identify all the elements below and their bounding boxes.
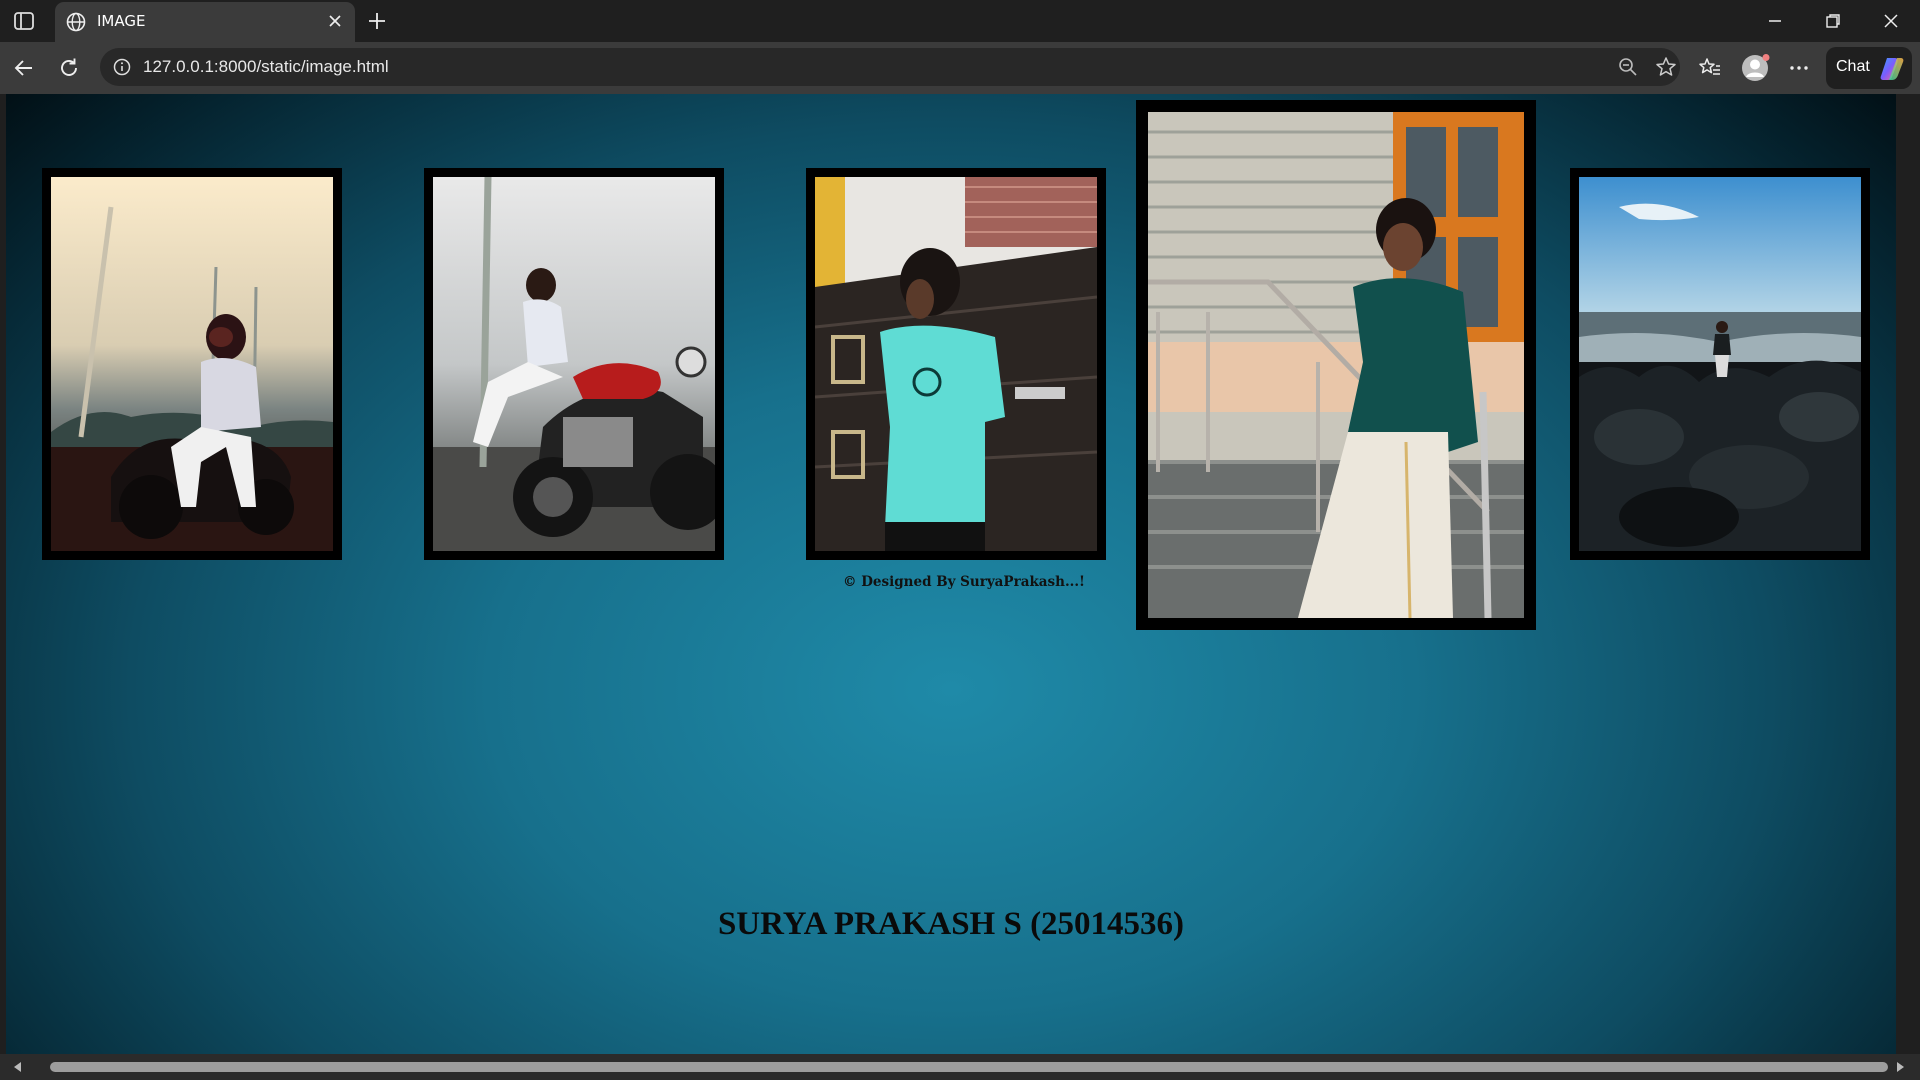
scrollbar-thumb[interactable] xyxy=(50,1062,1888,1072)
scroll-left-arrow-icon[interactable] xyxy=(12,1061,24,1073)
chat-button[interactable]: Chat xyxy=(1826,47,1912,89)
tab-title: IMAGE xyxy=(97,12,146,30)
photo-man-on-rocks-sea xyxy=(1579,177,1861,551)
photo-man-dhoti-stairs xyxy=(1148,112,1524,618)
page-viewport: © Designed By SuryaPrakash...! SURYA PRA… xyxy=(6,94,1896,1054)
page-heading: SURYA PRAKASH S (25014536) xyxy=(717,906,1185,942)
reload-icon[interactable] xyxy=(56,55,82,81)
photo-of-person-on-motorcycle-wearing-helmet-icon xyxy=(51,177,333,551)
url-text[interactable]: 127.0.0.1:8000/static/image.html xyxy=(143,57,389,77)
photo-frame-3 xyxy=(806,168,1106,560)
copilot-icon xyxy=(1880,58,1904,80)
close-tab-icon[interactable] xyxy=(325,11,345,31)
more-options-icon[interactable] xyxy=(1786,55,1812,81)
minimize-window-icon[interactable] xyxy=(1764,10,1786,32)
new-tab-icon[interactable] xyxy=(364,8,390,34)
chat-label: Chat xyxy=(1836,58,1870,75)
photo-man-teal-tshirt xyxy=(815,177,1097,551)
close-window-icon[interactable] xyxy=(1880,10,1902,32)
photo-of-person-sitting-on-red-motorcycle-icon xyxy=(433,177,715,551)
back-arrow-icon[interactable] xyxy=(11,55,37,81)
photo-of-person-in-green-shirt-on-stairs-icon xyxy=(1148,112,1524,618)
photo-man-red-motorcycle xyxy=(433,177,715,551)
horizontal-scrollbar[interactable] xyxy=(0,1054,1920,1080)
profile-avatar-icon[interactable] xyxy=(1740,53,1770,83)
photo-of-person-on-rocks-by-sea-icon xyxy=(1579,177,1861,551)
scroll-right-arrow-icon[interactable] xyxy=(1894,1061,1906,1073)
address-bar[interactable]: 127.0.0.1:8000/static/image.html xyxy=(100,48,1680,86)
favorite-star-icon[interactable] xyxy=(1654,55,1678,79)
photo-frame-1 xyxy=(42,168,342,560)
globe-icon xyxy=(66,12,86,32)
designer-credit: © Designed By SuryaPrakash...! xyxy=(843,574,1085,590)
zoom-out-icon[interactable] xyxy=(1616,55,1640,79)
tab-actions-icon[interactable] xyxy=(12,10,36,32)
photo-of-person-in-teal-tshirt-by-door-icon xyxy=(815,177,1097,551)
favorites-icon[interactable] xyxy=(1697,55,1723,81)
photo-frame-5 xyxy=(1570,168,1870,560)
photo-frame-4 xyxy=(1136,100,1536,630)
browser-toolbar: 127.0.0.1:8000/static/image.html Chat xyxy=(0,42,1920,94)
restore-window-icon[interactable] xyxy=(1822,10,1844,32)
photo-frame-2 xyxy=(424,168,724,560)
browser-tab-bar: IMAGE xyxy=(0,0,1920,42)
browser-tab-active[interactable]: IMAGE xyxy=(55,2,355,42)
photo-man-helmet-bike xyxy=(51,177,333,551)
site-info-icon[interactable] xyxy=(112,57,132,77)
